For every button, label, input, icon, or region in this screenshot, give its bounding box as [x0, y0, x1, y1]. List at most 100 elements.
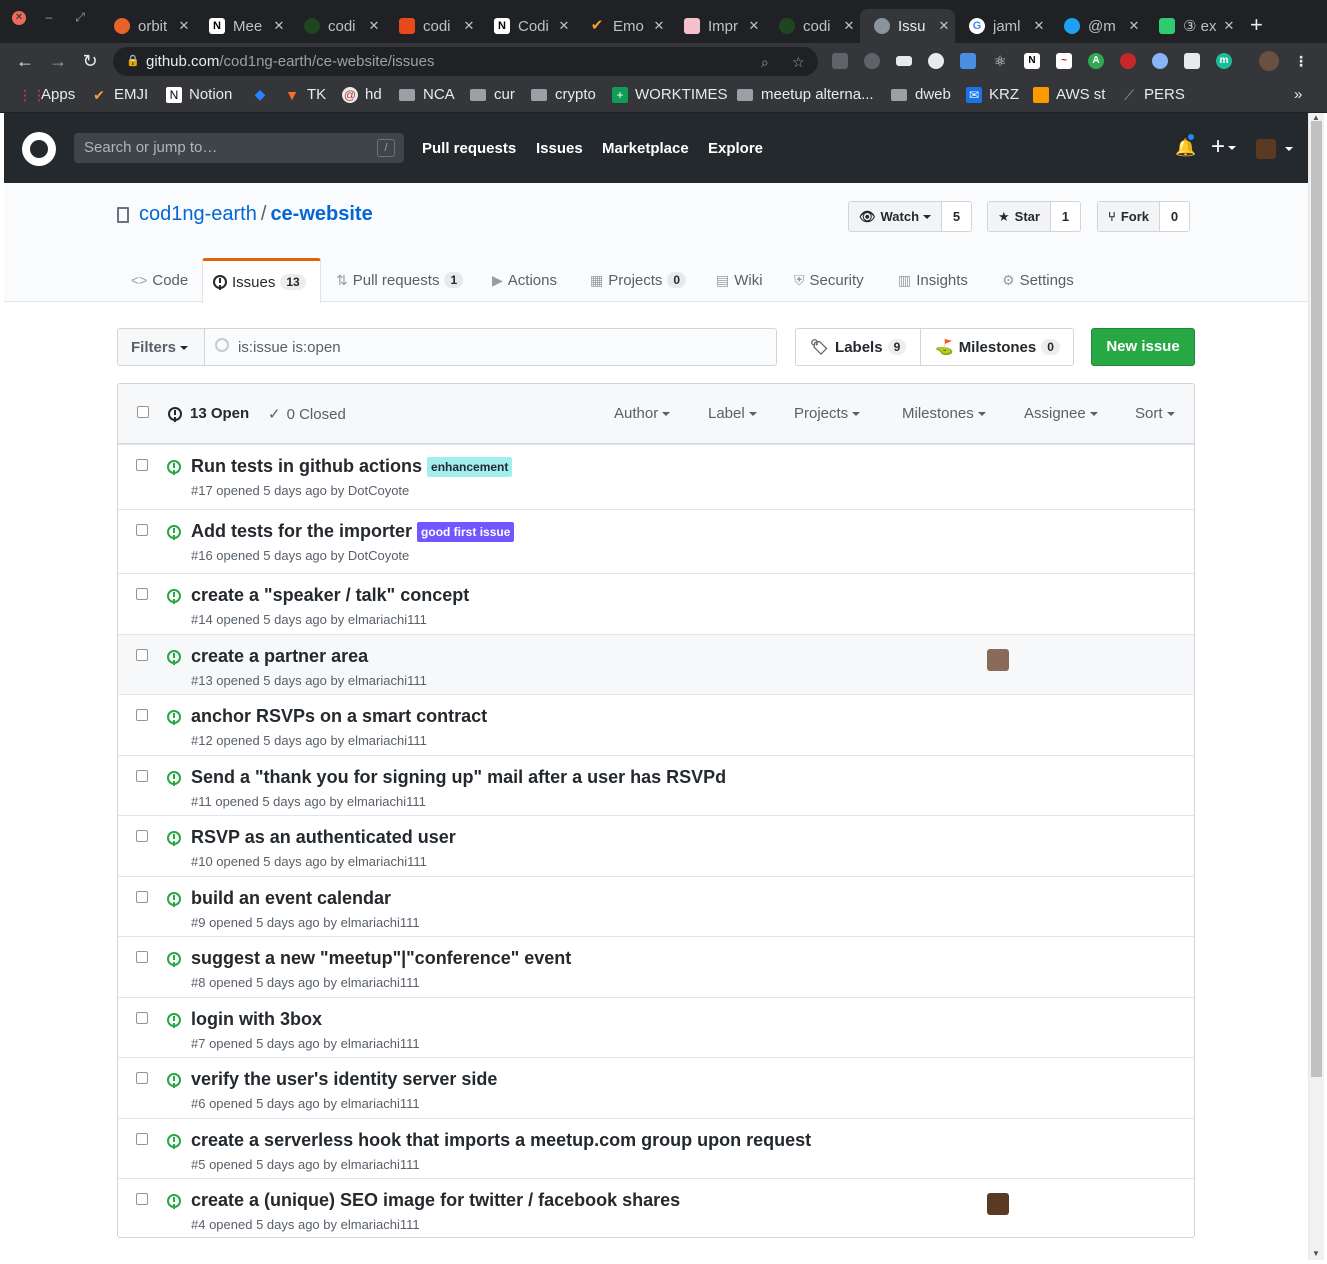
star-count[interactable]: 1	[1050, 202, 1080, 231]
closed-issues-filter[interactable]: ✓ 0 Closed	[268, 405, 346, 423]
issue-checkbox[interactable]	[136, 770, 148, 782]
tab-code[interactable]: <> Code	[121, 258, 198, 302]
extension-a-icon[interactable]: A	[1088, 53, 1104, 69]
bookmark-pers[interactable]: ⟋ PERS	[1121, 86, 1185, 103]
close-tab-icon[interactable]: ✕	[933, 18, 955, 34]
scrollbar-thumb[interactable]	[1311, 121, 1322, 1077]
browser-tab-active[interactable]: Issu ✕	[860, 9, 955, 43]
issue-checkbox[interactable]	[136, 1012, 148, 1024]
issue-checkbox[interactable]	[136, 1133, 148, 1145]
browser-tab[interactable]: Impr ✕	[670, 9, 765, 43]
fork-count[interactable]: 0	[1159, 202, 1189, 231]
watch-count[interactable]: 5	[942, 202, 972, 231]
extension-chart-icon[interactable]: ~	[1056, 53, 1072, 69]
bookmark-tk[interactable]: ▼ TK	[284, 86, 326, 103]
bookmark-folder-meetup[interactable]: meetup alterna...	[737, 86, 874, 103]
filters-button[interactable]: Filters	[117, 328, 205, 366]
labels-button[interactable]: 🏷 Labels 9	[796, 329, 920, 365]
back-icon[interactable]: ←	[15, 51, 35, 71]
issue-title-link[interactable]: build an event calendar	[191, 888, 391, 909]
address-bar[interactable]: 🔒 github.com/cod1ng-earth/ce-website/iss…	[113, 47, 818, 76]
issue-label[interactable]: enhancement	[427, 456, 513, 477]
issue-checkbox[interactable]	[136, 830, 148, 842]
bookmark-diamond[interactable]: ◆	[252, 86, 275, 102]
issue-checkbox[interactable]	[136, 588, 148, 600]
issue-search-input[interactable]: is:issue is:open	[204, 328, 777, 366]
star-button[interactable]: ★ Star	[988, 202, 1051, 231]
extension-circle-icon[interactable]	[1152, 53, 1168, 69]
issue-checkbox[interactable]	[136, 951, 148, 963]
bookmark-worktimes[interactable]: + WORKTIMES	[612, 86, 728, 103]
close-tab-icon[interactable]: ✕	[553, 18, 575, 34]
close-tab-icon[interactable]: ✕	[363, 18, 385, 34]
issue-title-link[interactable]: create a (unique) SEO image for twitter …	[191, 1190, 680, 1211]
issue-title-link[interactable]: create a serverless hook that imports a …	[191, 1130, 811, 1151]
issue-title-link[interactable]: Send a "thank you for signing up" mail a…	[191, 767, 726, 788]
browser-tab[interactable]: Gjaml ✕	[955, 9, 1050, 43]
issue-checkbox[interactable]	[136, 1072, 148, 1084]
reload-icon[interactable]: ↻	[80, 51, 100, 71]
issue-checkbox[interactable]	[136, 649, 148, 661]
tab-projects[interactable]: ▦ Projects 0	[580, 258, 696, 302]
repo-owner-link[interactable]: cod1ng-earth	[139, 203, 257, 225]
extension-gear-icon[interactable]	[864, 53, 880, 69]
bookmarks-overflow-icon[interactable]: »	[1294, 86, 1302, 103]
tab-security[interactable]: ⛨ Security	[784, 258, 874, 302]
tab-insights[interactable]: ▥ Insights	[888, 258, 978, 302]
browser-tab[interactable]: ③ ex ✕	[1145, 9, 1240, 43]
bookmark-krz[interactable]: ✉ KRZ	[966, 86, 1019, 103]
author-filter[interactable]: Author	[614, 405, 671, 422]
browser-tab[interactable]: codi ✕	[765, 9, 860, 43]
tab-actions[interactable]: ▶ Actions	[482, 258, 567, 302]
window-maximize-icon[interactable]: ⤢	[72, 9, 88, 25]
issue-title-link[interactable]: verify the user's identity server side	[191, 1069, 497, 1090]
tab-issues[interactable]: Issues 13	[202, 258, 321, 303]
zoom-icon[interactable]: ⌕	[761, 54, 769, 71]
extension-ticket-icon[interactable]	[896, 56, 912, 66]
tab-pull-requests[interactable]: ⇅ Pull requests 1	[326, 258, 473, 302]
bookmark-folder-dweb[interactable]: dweb	[891, 86, 951, 103]
extension-bird-icon[interactable]	[928, 53, 944, 69]
bookmark-star-icon[interactable]: ☆	[792, 54, 805, 71]
search-input[interactable]: Search or jump to… /	[74, 133, 404, 163]
issue-title-link[interactable]: Add tests for the importer	[191, 521, 412, 542]
open-issues-filter[interactable]: 13 Open	[168, 405, 249, 422]
nav-issues[interactable]: Issues	[536, 140, 583, 157]
close-tab-icon[interactable]: ✕	[268, 18, 290, 34]
extension-key-icon[interactable]	[960, 53, 976, 69]
bookmark-folder-crypto[interactable]: crypto	[531, 86, 596, 103]
bookmark-aws[interactable]: AWS st	[1033, 86, 1105, 103]
issue-checkbox[interactable]	[136, 709, 148, 721]
bookmark-apps[interactable]: ⋮⋮ Apps	[18, 86, 75, 103]
select-all-checkbox[interactable]	[137, 406, 149, 418]
tab-wiki[interactable]: ▤ Wiki	[706, 258, 773, 302]
extension-icon[interactable]	[832, 53, 848, 69]
scroll-down-arrow-icon[interactable]: ▼	[1312, 1249, 1320, 1258]
bookmark-folder-nca[interactable]: NCA	[399, 86, 455, 103]
issue-checkbox[interactable]	[136, 524, 148, 536]
nav-pull-requests[interactable]: Pull requests	[422, 140, 516, 157]
close-tab-icon[interactable]: ✕	[1123, 18, 1145, 34]
issue-title-link[interactable]: suggest a new "meetup"|"conference" even…	[191, 948, 571, 969]
issue-checkbox[interactable]	[136, 1193, 148, 1205]
github-logo-icon[interactable]	[22, 132, 56, 166]
issue-title-link[interactable]: create a partner area	[191, 646, 368, 667]
fork-button[interactable]: ⑂ Fork	[1098, 202, 1160, 231]
browser-tab[interactable]: N Mee ✕	[195, 9, 290, 43]
close-tab-icon[interactable]: ✕	[1218, 18, 1240, 34]
issue-title-link[interactable]: RSVP as an authenticated user	[191, 827, 456, 848]
projects-filter[interactable]: Projects	[794, 405, 861, 422]
tab-settings[interactable]: ⚙ Settings	[992, 258, 1084, 302]
browser-tab[interactable]: orbit ✕	[100, 9, 195, 43]
new-issue-button[interactable]: New issue	[1091, 328, 1195, 366]
sort-dropdown[interactable]: Sort	[1135, 405, 1175, 422]
browser-tab[interactable]: ✔ Emo ✕	[575, 9, 670, 43]
extension-m-icon[interactable]: m	[1216, 53, 1232, 69]
watch-button[interactable]: 👁 Watch	[849, 202, 943, 231]
issue-title-link[interactable]: Run tests in github actions	[191, 456, 422, 477]
browser-tab[interactable]: codi ✕	[385, 9, 480, 43]
bookmark-emji[interactable]: ✔ EMJI	[91, 86, 148, 103]
nav-explore[interactable]: Explore	[708, 140, 763, 157]
close-tab-icon[interactable]: ✕	[458, 18, 480, 34]
assignee-avatar[interactable]	[987, 1193, 1009, 1215]
